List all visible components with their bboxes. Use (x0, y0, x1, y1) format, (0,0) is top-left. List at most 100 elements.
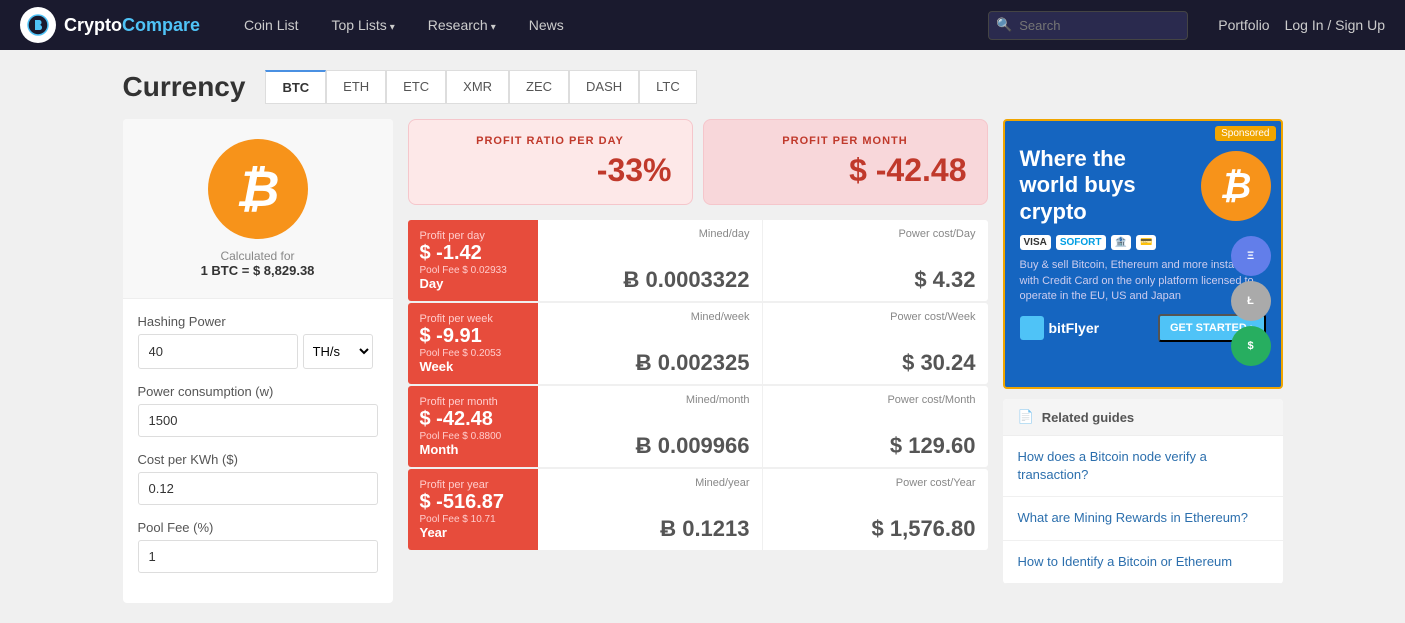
card-icon: 💳 (1136, 235, 1156, 250)
brand-logo[interactable]: CryptoCompare (20, 7, 200, 43)
form-section: Hashing Power TH/s GH/s MH/s Power consu… (123, 299, 393, 603)
search-input[interactable] (988, 11, 1188, 40)
sofort-icon: SOFORT (1056, 235, 1106, 250)
row-week-period: Week (420, 359, 454, 374)
guide-item[interactable]: How does a Bitcoin node verify a transac… (1003, 436, 1283, 497)
page-content: Currency BTC ETH ETC XMR ZEC DASH LTC ₿ … (103, 50, 1303, 623)
row-month-label: Profit per month $ -42.48 Pool Fee $ 0.8… (408, 386, 538, 467)
currency-header: Currency BTC ETH ETC XMR ZEC DASH LTC (123, 70, 1283, 104)
brand-text: CryptoCompare (64, 15, 200, 36)
row-day-power: Power cost/Day $ 4.32 (763, 220, 988, 301)
nav-news[interactable]: News (515, 9, 578, 41)
pool-fee-input[interactable] (138, 540, 378, 573)
power-consumption-label: Power consumption (w) (138, 384, 378, 399)
row-year-power-value: $ 1,576.80 (775, 516, 976, 542)
hashing-power-row: TH/s GH/s MH/s (138, 334, 378, 369)
tab-ltc[interactable]: LTC (639, 70, 697, 104)
data-rows: Profit per day $ -1.42 Pool Fee $ 0.0293… (408, 220, 988, 550)
table-row: Profit per week $ -9.91 Pool Fee $ 0.205… (408, 303, 988, 384)
eth-coin: Ξ (1231, 236, 1271, 276)
tab-btc[interactable]: BTC (265, 70, 326, 104)
power-consumption-input[interactable] (138, 404, 378, 437)
middle-panel: PROFIT RATIO PER DAY -33% PROFIT PER MON… (408, 119, 988, 603)
row-day-mined-value: Ƀ 0.0003322 (550, 267, 750, 293)
row-week-profit-label: Profit per week (420, 313, 493, 325)
tab-eth[interactable]: ETH (326, 70, 386, 104)
cost-per-kwh-label: Cost per KWh ($) (138, 452, 378, 467)
row-month-period: Month (420, 442, 459, 457)
hashing-power-group: Hashing Power TH/s GH/s MH/s (138, 314, 378, 369)
row-week-label: Profit per week $ -9.91 Pool Fee $ 0.205… (408, 303, 538, 384)
row-month-mined-label: Mined/month (550, 394, 750, 406)
left-panel: ₿ Calculated for 1 BTC = $ 8,829.38 Hash… (123, 119, 393, 603)
search-wrap: 🔍 (988, 11, 1188, 40)
nav-coin-list[interactable]: Coin List (230, 9, 312, 41)
right-panel: Sponsored Where the world buys crypto ₿ … (1003, 119, 1283, 603)
row-month-profit-value: $ -42.48 (420, 408, 493, 431)
ad-box: Sponsored Where the world buys crypto ₿ … (1003, 119, 1283, 389)
related-guides: 📄 Related guides How does a Bitcoin node… (1003, 399, 1283, 584)
row-day-profit-label: Profit per day (420, 230, 485, 242)
document-icon: 📄 (1018, 409, 1034, 425)
hashing-unit-select[interactable]: TH/s GH/s MH/s (303, 334, 373, 369)
row-day-fee: Pool Fee $ 0.02933 (420, 265, 507, 276)
row-week-power-label: Power cost/Week (775, 311, 976, 323)
row-week-fee: Pool Fee $ 0.2053 (420, 348, 502, 359)
row-year-power: Power cost/Year $ 1,576.80 (763, 469, 988, 550)
search-container: 🔍 (988, 11, 1188, 40)
ad-sponsored-label: Sponsored (1215, 126, 1275, 141)
table-row: Profit per year $ -516.87 Pool Fee $ 10.… (408, 469, 988, 550)
profit-month-box: PROFIT PER MONTH $ -42.48 (703, 119, 988, 205)
guide-item[interactable]: How to Identify a Bitcoin or Ethereum (1003, 541, 1283, 584)
portfolio-link[interactable]: Portfolio (1218, 17, 1269, 33)
row-day-label: Profit per day $ -1.42 Pool Fee $ 0.0293… (408, 220, 538, 301)
row-week-mined-label: Mined/week (550, 311, 750, 323)
bitflyer-brand: bitFlyer (1020, 316, 1100, 340)
tab-etc[interactable]: ETC (386, 70, 446, 104)
pool-fee-label: Pool Fee (%) (138, 520, 378, 535)
row-week-profit-value: $ -9.91 (420, 325, 482, 348)
ad-headline: Where the world buys crypto (1020, 146, 1168, 225)
row-year-profit-label: Profit per year (420, 479, 489, 491)
brand-icon (20, 7, 56, 43)
pool-fee-group: Pool Fee (%) (138, 520, 378, 573)
tab-dash[interactable]: DASH (569, 70, 639, 104)
related-guides-title: Related guides (1042, 410, 1134, 425)
ad-coins: Ξ Ł $ (1231, 236, 1271, 366)
nav-research[interactable]: Research (414, 9, 510, 41)
guide-item[interactable]: What are Mining Rewards in Ethereum? (1003, 497, 1283, 540)
row-month-profit-label: Profit per month (420, 396, 498, 408)
hashing-power-input[interactable] (138, 334, 298, 369)
row-month-fee: Pool Fee $ 0.8800 (420, 431, 502, 442)
nav-items: Coin List Top Lists Research News (230, 9, 578, 41)
row-year-period: Year (420, 525, 447, 540)
row-year-label: Profit per year $ -516.87 Pool Fee $ 10.… (408, 469, 538, 550)
profit-ratio-label: PROFIT RATIO PER DAY (429, 135, 672, 147)
row-week-power-value: $ 30.24 (775, 350, 976, 376)
profit-month-label: PROFIT PER MONTH (724, 135, 967, 147)
ad-payment-row: VISA SOFORT 🏦 💳 (1020, 235, 1266, 250)
row-day-profit-value: $ -1.42 (420, 242, 482, 265)
row-week-mined-value: Ƀ 0.002325 (550, 350, 750, 376)
bitflyer-logo-icon (1020, 316, 1044, 340)
btc-logo: ₿ (208, 139, 308, 239)
row-week-power: Power cost/Week $ 30.24 (763, 303, 988, 384)
calc-value: 1 BTC = $ 8,829.38 (201, 263, 315, 278)
navbar: CryptoCompare Coin List Top Lists Resear… (0, 0, 1405, 50)
profit-summary: PROFIT RATIO PER DAY -33% PROFIT PER MON… (408, 119, 988, 205)
other-coin: $ (1231, 326, 1271, 366)
tab-zec[interactable]: ZEC (509, 70, 569, 104)
nav-right: Portfolio Log In / Sign Up (1218, 17, 1385, 33)
tab-xmr[interactable]: XMR (446, 70, 509, 104)
nav-top-lists[interactable]: Top Lists (318, 9, 409, 41)
profit-month-value: $ -42.48 (724, 152, 967, 189)
cost-per-kwh-input[interactable] (138, 472, 378, 505)
row-week-mined: Mined/week Ƀ 0.002325 (538, 303, 763, 384)
currency-tabs: BTC ETH ETC XMR ZEC DASH LTC (265, 70, 696, 104)
login-link[interactable]: Log In / Sign Up (1285, 17, 1385, 33)
row-year-fee: Pool Fee $ 10.71 (420, 514, 496, 525)
row-day-power-label: Power cost/Day (775, 228, 976, 240)
row-year-power-label: Power cost/Year (775, 477, 976, 489)
top-lists-chevron (390, 17, 395, 33)
row-month-power-value: $ 129.60 (775, 433, 976, 459)
